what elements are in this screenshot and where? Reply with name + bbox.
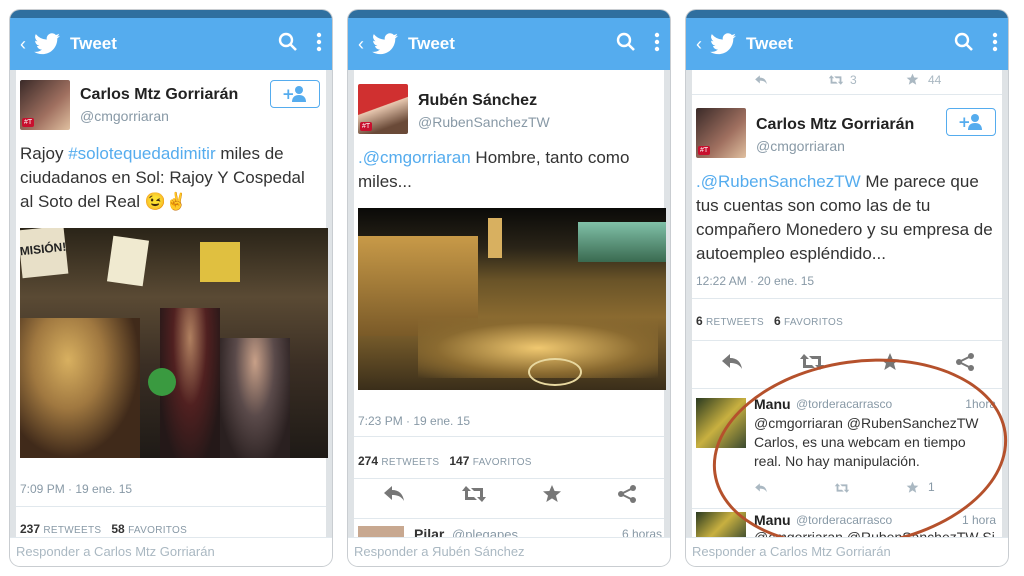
app-title: Tweet xyxy=(70,34,117,53)
tweet-detail: #T Carlos Mtz Gorriarán @cmgorriaran + R… xyxy=(16,70,328,540)
favorite-icon[interactable] xyxy=(906,73,919,86)
protest-sign: MISIÓN! xyxy=(20,228,69,279)
search-icon[interactable] xyxy=(616,32,636,52)
retweet-icon[interactable] xyxy=(461,484,487,504)
avatar[interactable]: #T xyxy=(20,80,70,130)
more-icon[interactable] xyxy=(992,32,998,52)
back-icon[interactable]: ‹ xyxy=(14,34,32,55)
mention-link[interactable]: .@RubenSanchezTW xyxy=(696,172,861,191)
favorite-icon[interactable] xyxy=(542,484,562,504)
tweet-timestamp: 12:22 AM · 20 ene. 15 xyxy=(696,274,815,288)
favorite-count[interactable]: 147 xyxy=(449,454,469,468)
author-handle[interactable]: @cmgorriaran xyxy=(80,108,169,124)
phone-screen-3: ‹ Tweet 3 44 #T Carlos Mtz Gorriarán @cm… xyxy=(686,10,1008,566)
share-icon[interactable] xyxy=(955,352,975,372)
tweet-text: .@RubenSanchezTW Me parece que tus cuent… xyxy=(696,172,993,263)
parent-tweet-actions: 3 44 xyxy=(692,70,1002,90)
follow-icon: + xyxy=(958,113,982,131)
share-icon[interactable] xyxy=(617,484,637,504)
author-handle[interactable]: @cmgorriaran xyxy=(756,138,845,154)
app-title: Tweet xyxy=(408,34,455,53)
author-name[interactable]: Carlos Mtz Gorriarán xyxy=(80,86,238,104)
conversation: 3 44 #T Carlos Mtz Gorriarán @cmgorriara… xyxy=(692,70,1008,566)
tweet-photo[interactable]: MISIÓN! xyxy=(20,228,328,458)
back-icon[interactable]: ‹ xyxy=(690,34,708,55)
reply-icon[interactable] xyxy=(720,352,744,372)
phone-screen-1: ‹ Tweet #T Carlos Mtz Gorriarán @cmgorri… xyxy=(10,10,332,566)
tweet-stats: 6 RETWEETS 6 FAVORITOS xyxy=(696,314,844,328)
retweet-count[interactable]: 274 xyxy=(358,454,378,468)
search-icon[interactable] xyxy=(278,32,298,52)
avatar[interactable]: #T xyxy=(696,108,746,158)
retweet-count[interactable]: 237 xyxy=(20,522,40,536)
reply-icon[interactable] xyxy=(754,74,768,86)
twitter-bird-icon xyxy=(34,33,60,55)
tweet-timestamp: 7:23 PM · 19 ene. 15 xyxy=(358,414,471,428)
tweet-actions xyxy=(354,484,664,504)
more-icon[interactable] xyxy=(654,32,660,52)
tweet-stats: 237 RETWEETS 58 FAVORITOS xyxy=(20,522,188,536)
mention-link[interactable]: .@cmgorriaran xyxy=(358,148,471,167)
tweet-detail: #T Яubén Sánchez @RubenSanchezTW .@cmgor… xyxy=(354,70,666,540)
more-icon[interactable] xyxy=(316,32,322,52)
reply-input[interactable]: Responder a Carlos Mtz Gorriarán xyxy=(10,537,332,566)
tweet-text: .@cmgorriaran Hombre, tanto como miles..… xyxy=(358,148,630,191)
favorite-count: 44 xyxy=(928,73,942,87)
tweet-timestamp: 7:09 PM · 19 ene. 15 xyxy=(20,482,133,496)
reply-icon[interactable] xyxy=(382,484,406,504)
hashtag-link[interactable]: #solotequedadimitir xyxy=(68,144,215,163)
app-title: Tweet xyxy=(746,34,793,53)
status-bar xyxy=(348,10,670,18)
back-icon[interactable]: ‹ xyxy=(352,34,370,55)
reply-input[interactable]: Responder a Carlos Mtz Gorriarán xyxy=(686,537,1008,566)
reply-input[interactable]: Responder a Яubén Sánchez xyxy=(348,537,670,566)
follow-button[interactable]: + xyxy=(946,108,996,136)
author-name[interactable]: Carlos Mtz Gorriarán xyxy=(756,116,914,134)
search-icon[interactable] xyxy=(954,32,974,52)
status-bar xyxy=(686,10,1008,18)
author-handle[interactable]: @RubenSanchezTW xyxy=(418,114,550,130)
phone-screen-2: ‹ Tweet #T Яubén Sánchez @RubenSanchezTW… xyxy=(348,10,670,566)
retweet-count: 3 xyxy=(850,73,857,87)
retweet-icon[interactable] xyxy=(828,74,844,86)
favorite-count[interactable]: 6 xyxy=(774,314,781,328)
app-bar: ‹ Tweet xyxy=(10,18,332,70)
tweet-text: Rajoy #solotequedadimitir miles de ciuda… xyxy=(20,144,305,211)
retweet-count[interactable]: 6 xyxy=(696,314,703,328)
app-bar: ‹ Tweet xyxy=(348,18,670,70)
tweet-photo[interactable] xyxy=(358,208,666,390)
favorite-count[interactable]: 58 xyxy=(111,522,124,536)
twitter-bird-icon xyxy=(710,33,736,55)
app-bar: ‹ Tweet xyxy=(686,18,1008,70)
reply-time: 1 hora xyxy=(961,513,996,527)
follow-button[interactable]: + xyxy=(270,80,320,108)
author-name[interactable]: Яubén Sánchez xyxy=(418,92,537,110)
tweet-stats: 274 RETWEETS 147 FAVORITOS xyxy=(358,454,532,468)
status-bar xyxy=(10,10,332,18)
follow-icon: + xyxy=(282,85,306,103)
avatar[interactable]: #T xyxy=(358,84,408,134)
twitter-bird-icon xyxy=(372,33,398,55)
